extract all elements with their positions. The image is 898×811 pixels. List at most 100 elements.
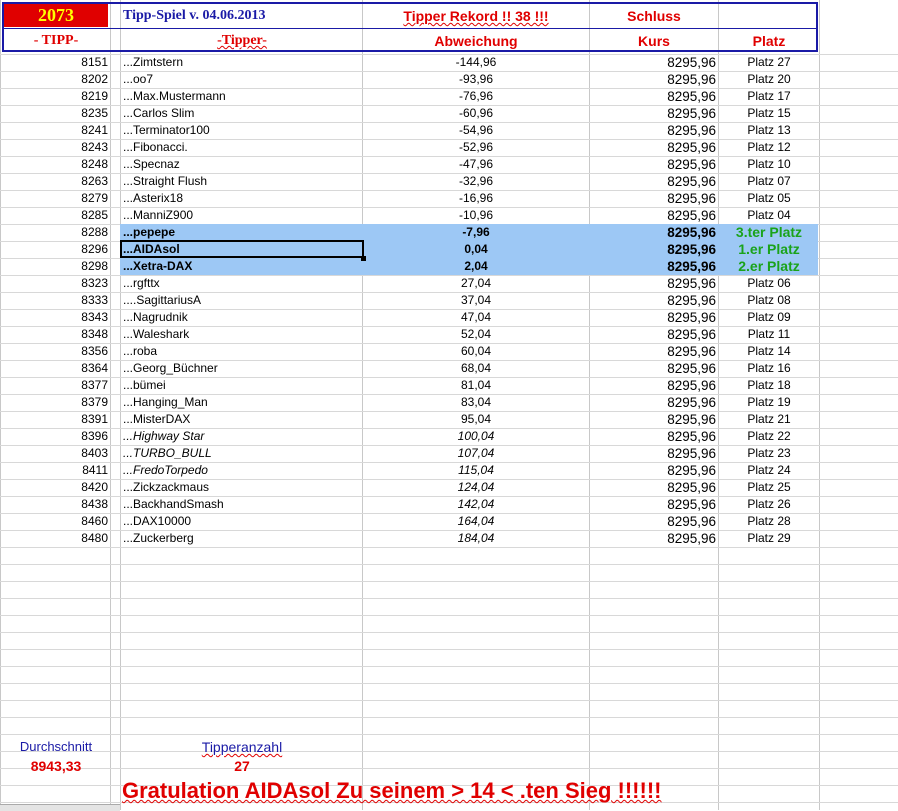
deviation-cell[interactable]: 37,04 (365, 292, 587, 309)
deviation-cell[interactable]: -7,96 (365, 224, 587, 241)
table-row[interactable]: 8379 ...Hanging_Man 83,04 8295,96 Platz 19 (0, 394, 898, 411)
tipper-name-cell[interactable]: ...Waleshark (123, 326, 361, 343)
tipper-name-cell[interactable]: ...Highway Star (123, 428, 361, 445)
tipp-cell[interactable]: 8298 (4, 258, 108, 275)
kurs-cell[interactable]: 8295,96 (590, 445, 716, 462)
deviation-cell[interactable]: 0,04 (365, 241, 587, 258)
tipper-name-cell[interactable]: ...Zuckerberg (123, 530, 361, 547)
tipper-name-cell[interactable]: ...Nagrudnik (123, 309, 361, 326)
kurs-cell[interactable]: 8295,96 (590, 105, 716, 122)
deviation-cell[interactable]: 107,04 (365, 445, 587, 462)
tipp-cell[interactable]: 8356 (4, 343, 108, 360)
tipper-name-cell[interactable]: ...bümei (123, 377, 361, 394)
platz-cell[interactable]: Platz 27 (719, 54, 819, 71)
column-header-tipper[interactable]: -Tipper- (122, 31, 362, 51)
table-row[interactable]: 8298 ...Xetra-DAX 2,04 8295,96 2.er Platz (0, 258, 898, 275)
tipp-cell[interactable]: 8263 (4, 173, 108, 190)
kurs-cell[interactable]: 8295,96 (590, 496, 716, 513)
tipp-cell[interactable]: 8343 (4, 309, 108, 326)
tipp-cell[interactable]: 8202 (4, 71, 108, 88)
kurs-cell[interactable]: 8295,96 (590, 530, 716, 547)
table-row[interactable]: 8248 ...Specnaz -47,96 8295,96 Platz 10 (0, 156, 898, 173)
table-row[interactable]: 8288 ...pepepe -7,96 8295,96 3.ter Platz (0, 224, 898, 241)
deviation-cell[interactable]: -60,96 (365, 105, 587, 122)
platz-cell[interactable]: Platz 23 (719, 445, 819, 462)
spreadsheet[interactable]: 2073 Tipp-Spiel v. 04.06.2013 Tipper Rek… (0, 0, 898, 811)
platz-cell[interactable]: Platz 28 (719, 513, 819, 530)
deviation-cell[interactable]: 95,04 (365, 411, 587, 428)
platz-cell[interactable]: Platz 17 (719, 88, 819, 105)
tipp-cell[interactable]: 8151 (4, 54, 108, 71)
table-row[interactable]: 8438 ...BackhandSmash 142,04 8295,96 Platz 2… (0, 496, 898, 513)
deviation-cell[interactable]: 47,04 (365, 309, 587, 326)
table-row[interactable]: 8243 ...Fibonacci. -52,96 8295,96 Platz 12 (0, 139, 898, 156)
kurs-cell[interactable]: 8295,96 (590, 292, 716, 309)
platz-cell[interactable]: Platz 19 (719, 394, 819, 411)
game-title[interactable]: Tipp-Spiel v. 04.06.2013 (123, 4, 353, 28)
deviation-cell[interactable]: -16,96 (365, 190, 587, 207)
platz-cell[interactable]: Platz 13 (719, 122, 819, 139)
platz-cell[interactable]: Platz 15 (719, 105, 819, 122)
platz-cell[interactable]: Platz 25 (719, 479, 819, 496)
table-row[interactable]: 8480 ...Zuckerberg 184,04 8295,96 Platz 29 (0, 530, 898, 547)
current-tipp-number[interactable]: 2073 (4, 4, 108, 27)
platz-cell[interactable]: Platz 04 (719, 207, 819, 224)
kurs-cell[interactable]: 8295,96 (590, 326, 716, 343)
congratulation-banner[interactable]: Gratulation AIDAsol Zu seinem > 14 < .te… (122, 778, 661, 804)
platz-cell[interactable]: Platz 10 (719, 156, 819, 173)
platz-cell[interactable]: Platz 26 (719, 496, 819, 513)
deviation-cell[interactable]: -32,96 (365, 173, 587, 190)
table-row[interactable]: 8219 ...Max.Mustermann -76,96 8295,96 Platz … (0, 88, 898, 105)
tipp-cell[interactable]: 8288 (4, 224, 108, 241)
tipper-name-cell[interactable]: ...ManniZ900 (123, 207, 361, 224)
kurs-cell[interactable]: 8295,96 (590, 156, 716, 173)
tipper-name-cell[interactable]: ...Terminator100 (123, 122, 361, 139)
tipper-name-cell[interactable]: ...Georg_Büchner (123, 360, 361, 377)
table-row[interactable]: 8202 ...oo7 -93,96 8295,96 Platz 20 (0, 71, 898, 88)
platz-cell[interactable]: Platz 06 (719, 275, 819, 292)
kurs-cell[interactable]: 8295,96 (590, 428, 716, 445)
average-label[interactable]: Durchschnitt (4, 739, 108, 754)
column-header-platz[interactable]: Platz (719, 31, 819, 51)
tipper-name-cell[interactable]: ...Straight Flush (123, 173, 361, 190)
deviation-cell[interactable]: 142,04 (365, 496, 587, 513)
tipp-cell[interactable]: 8285 (4, 207, 108, 224)
tipper-name-cell[interactable]: ...Carlos Slim (123, 105, 361, 122)
table-row[interactable]: 8151 ...Zimtstern -144,96 8295,96 Platz 27 (0, 54, 898, 71)
tipper-count-label[interactable]: Tipperanzahl (122, 739, 362, 755)
tipp-cell[interactable]: 8219 (4, 88, 108, 105)
table-row[interactable]: 8333 ....SagittariusA 37,04 8295,96 Platz 08 (0, 292, 898, 309)
tipp-cell[interactable]: 8279 (4, 190, 108, 207)
fill-handle[interactable] (361, 256, 366, 261)
tipper-name-cell[interactable]: ...Fibonacci. (123, 139, 361, 156)
tipp-cell[interactable]: 8391 (4, 411, 108, 428)
deviation-cell[interactable]: 27,04 (365, 275, 587, 292)
table-row[interactable]: 8411 ...FredoTorpedo 115,04 8295,96 Platz 24 (0, 462, 898, 479)
platz-cell[interactable]: Platz 12 (719, 139, 819, 156)
kurs-cell[interactable]: 8295,96 (590, 71, 716, 88)
deviation-cell[interactable]: -93,96 (365, 71, 587, 88)
column-header-deviation[interactable]: Abweichung (363, 31, 589, 51)
kurs-cell[interactable]: 8295,96 (590, 309, 716, 326)
close-price-label[interactable]: Schluss (590, 4, 718, 28)
deviation-cell[interactable]: -10,96 (365, 207, 587, 224)
platz-cell[interactable]: 1.er Platz (719, 241, 819, 258)
table-row[interactable]: 8348 ...Waleshark 52,04 8295,96 Platz 11 (0, 326, 898, 343)
tipper-name-cell[interactable]: ...pepepe (123, 224, 361, 241)
deviation-cell[interactable]: 60,04 (365, 343, 587, 360)
tipp-cell[interactable]: 8243 (4, 139, 108, 156)
platz-cell[interactable]: Platz 24 (719, 462, 819, 479)
table-row[interactable]: 8391 ...MisterDAX 95,04 8295,96 Platz 21 (0, 411, 898, 428)
tipper-name-cell[interactable]: ...BackhandSmash (123, 496, 361, 513)
kurs-cell[interactable]: 8295,96 (590, 360, 716, 377)
kurs-cell[interactable]: 8295,96 (590, 513, 716, 530)
tipper-name-cell[interactable]: ...Hanging_Man (123, 394, 361, 411)
kurs-cell[interactable]: 8295,96 (590, 122, 716, 139)
kurs-cell[interactable]: 8295,96 (590, 88, 716, 105)
tipper-name-cell[interactable]: ...oo7 (123, 71, 361, 88)
tipper-name-cell[interactable]: ...Xetra-DAX (123, 258, 361, 275)
tipp-cell[interactable]: 8396 (4, 428, 108, 445)
table-row[interactable]: 8279 ...Asterix18 -16,96 8295,96 Platz 05 (0, 190, 898, 207)
kurs-cell[interactable]: 8295,96 (590, 258, 716, 275)
deviation-cell[interactable]: 124,04 (365, 479, 587, 496)
